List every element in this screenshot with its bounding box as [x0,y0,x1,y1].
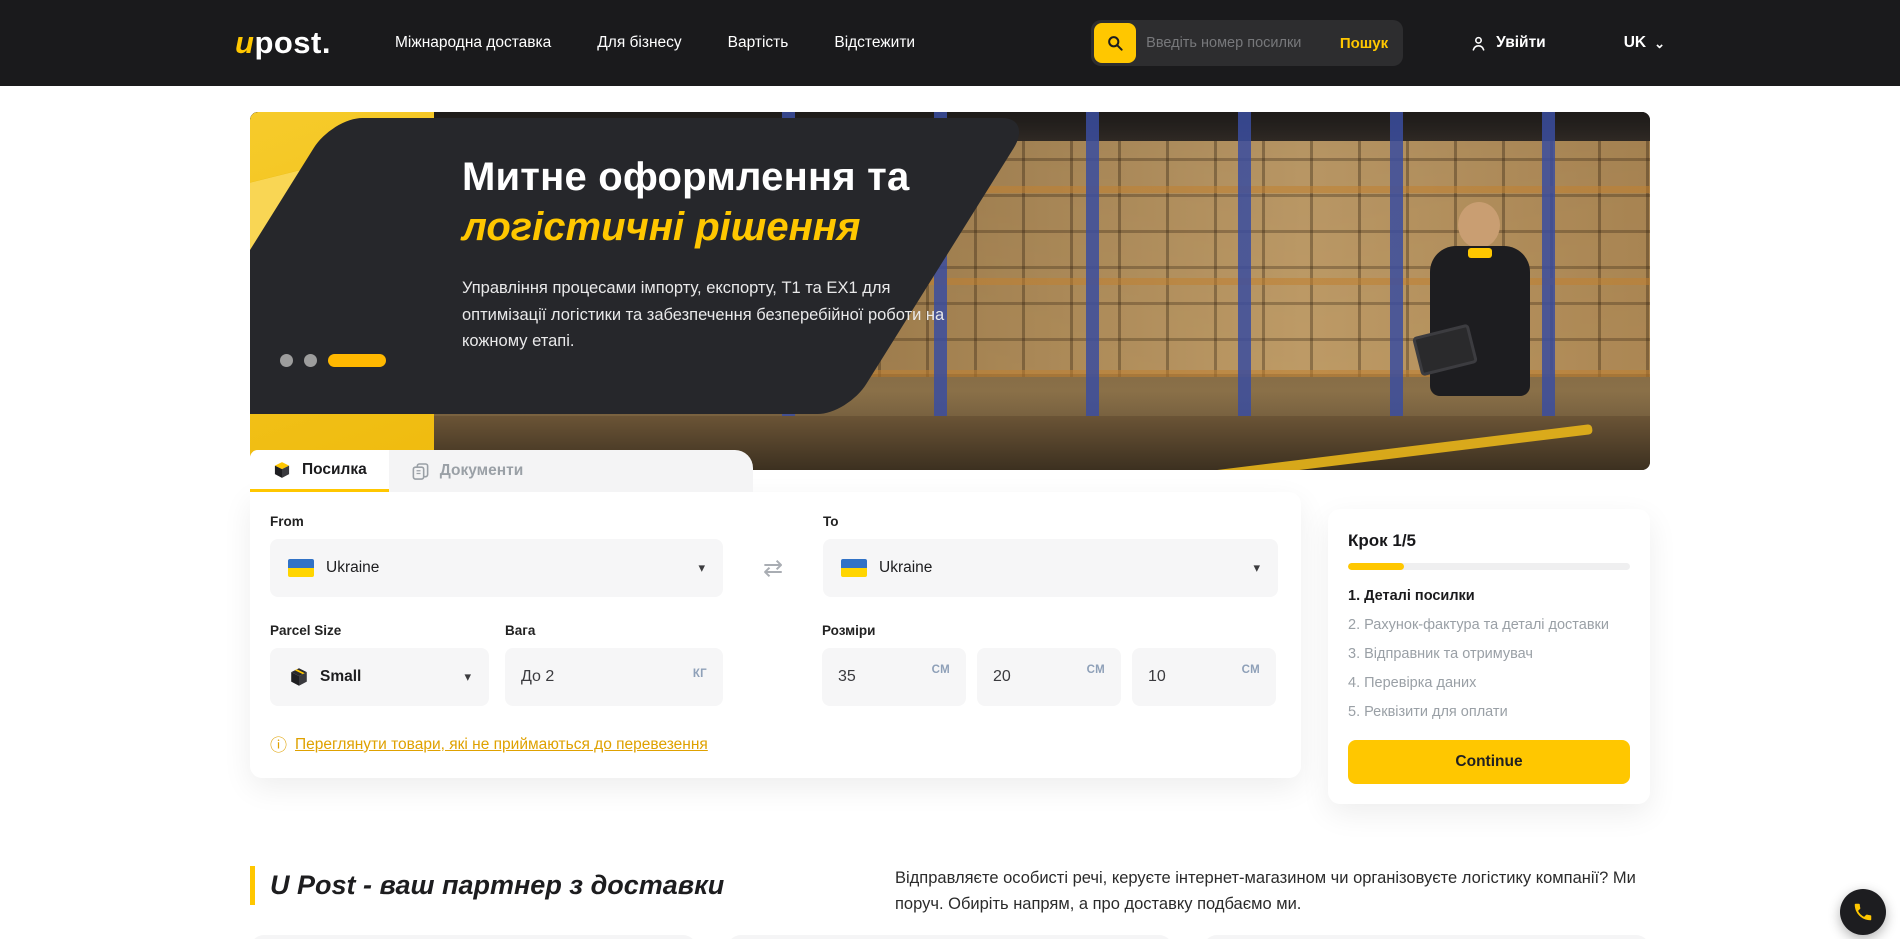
from-country-select[interactable]: Ukraine ▾ [270,539,723,597]
carousel-dot-2[interactable] [304,354,317,367]
step-item-5: 5. Реквізити для оплати [1348,704,1630,720]
language-value: UK [1624,34,1646,52]
direction-cards-row [250,935,1650,939]
weight-unit: кг [693,668,707,680]
hero-banner: Митне оформлення та логістичні рішення У… [250,112,1650,470]
steps-list: 1. Деталі посилки 2. Рахунок-фактура та … [1348,588,1630,720]
phone-icon [1852,901,1874,923]
checkout-steps-card: Крок 1/5 1. Деталі посилки 2. Рахунок-фа… [1328,509,1650,804]
dimension-width-input[interactable] [993,668,1081,686]
dimension-width-field: см [977,648,1121,706]
parcel-box-icon [272,460,292,480]
step-item-2: 2. Рахунок-фактура та деталі доставки [1348,617,1630,633]
small-box-icon [288,666,310,688]
parcel-form-card: From Ukraine ▾ ⇄ To Ukraine ▾ [250,492,1301,778]
weight-input[interactable] [521,668,687,686]
tab-documents-label: Документи [440,462,523,480]
dimension-length-input[interactable] [838,668,926,686]
dimension-unit: см [1087,664,1105,676]
direction-card[interactable] [250,935,697,939]
hero-title-line1: Митне оформлення та [462,154,1022,201]
step-counter: Крок 1/5 [1348,531,1630,551]
phone-contact-fab[interactable] [1840,889,1886,935]
progress-bar [1348,563,1630,570]
logo-rest: post. [254,25,331,60]
swap-directions-icon[interactable]: ⇄ [723,539,823,597]
carousel-dot-1[interactable] [280,354,293,367]
nav-pricing[interactable]: Вартість [728,34,789,52]
shipment-type-tabs: Посилка Документи [250,450,753,492]
logo-u: u [235,25,254,60]
ukraine-flag-icon [841,559,867,577]
from-country-value: Ukraine [326,559,379,577]
tab-parcel[interactable]: Посилка [250,450,389,492]
about-text: Відправляєте особисті речі, керуєте інте… [895,866,1650,917]
restricted-items-link[interactable]: Переглянути товари, які не приймаються д… [295,736,708,754]
step-item-3: 3. Відправник та отримувач [1348,646,1630,662]
hero-text-block: Митне оформлення та логістичні рішення У… [462,154,1022,354]
dimension-height-input[interactable] [1148,668,1236,686]
direction-card[interactable] [1203,935,1650,939]
dimension-unit: см [932,664,950,676]
caret-down-icon: ▾ [698,560,705,576]
carousel-dot-active[interactable] [328,354,386,367]
user-icon [1469,34,1488,53]
step-item-1: 1. Деталі посилки [1348,588,1630,604]
weight-label: Вага [505,623,723,638]
from-label: From [270,514,723,529]
search-submit-button[interactable]: Пошук [1336,35,1400,52]
ukraine-flag-icon [288,559,314,577]
chevron-down-icon: ⌄ [1654,37,1665,50]
top-navbar: upost. Міжнародна доставка Для бізнесу В… [0,0,1900,86]
hero-title-line2: логістичні рішення [462,201,1022,253]
carousel-dots [280,354,386,367]
nav-for-business[interactable]: Для бізнесу [597,34,681,52]
tab-documents[interactable]: Документи [389,450,545,492]
info-icon: ⓘ [270,737,287,754]
to-country-value: Ukraine [879,559,932,577]
language-selector[interactable]: UK ⌄ [1624,34,1665,52]
documents-icon [411,462,430,481]
dimension-unit: см [1242,664,1260,676]
main-nav: Міжнародна доставка Для бізнесу Вартість… [395,34,915,52]
continue-button[interactable]: Continue [1348,740,1630,784]
to-country-select[interactable]: Ukraine ▾ [823,539,1278,597]
direction-card[interactable] [727,935,1174,939]
search-icon [1105,33,1125,53]
step-item-4: 4. Перевірка даних [1348,675,1630,691]
about-section: U Post - ваш партнер з доставки Відправл… [250,866,1650,917]
hero-subtitle: Управління процесами імпорту, експорту, … [462,275,967,354]
warehouse-worker-figure [1420,202,1540,432]
nav-track[interactable]: Відстежити [834,34,915,52]
parcel-size-value: Small [320,668,361,686]
about-heading: U Post - ваш партнер з доставки [250,866,724,905]
login-button[interactable]: Увійти [1469,34,1546,53]
tracking-number-input[interactable] [1136,35,1336,51]
to-label: To [823,514,1278,529]
dimension-length-field: см [822,648,966,706]
upost-logo[interactable]: upost. [235,25,331,61]
parcel-size-select[interactable]: Small ▾ [270,648,489,706]
progress-fill [1348,563,1404,570]
caret-down-icon: ▾ [1253,560,1260,576]
dimension-height-field: см [1132,648,1276,706]
nav-international-delivery[interactable]: Міжнародна доставка [395,34,551,52]
parcel-size-label: Parcel Size [270,623,489,638]
tracking-search: Пошук [1091,20,1403,66]
login-label: Увійти [1496,34,1546,52]
caret-down-icon: ▾ [464,669,471,685]
weight-field: кг [505,648,723,706]
search-icon-button[interactable] [1094,23,1136,63]
tab-parcel-label: Посилка [302,461,367,479]
dimensions-label: Розміри [822,623,1276,638]
